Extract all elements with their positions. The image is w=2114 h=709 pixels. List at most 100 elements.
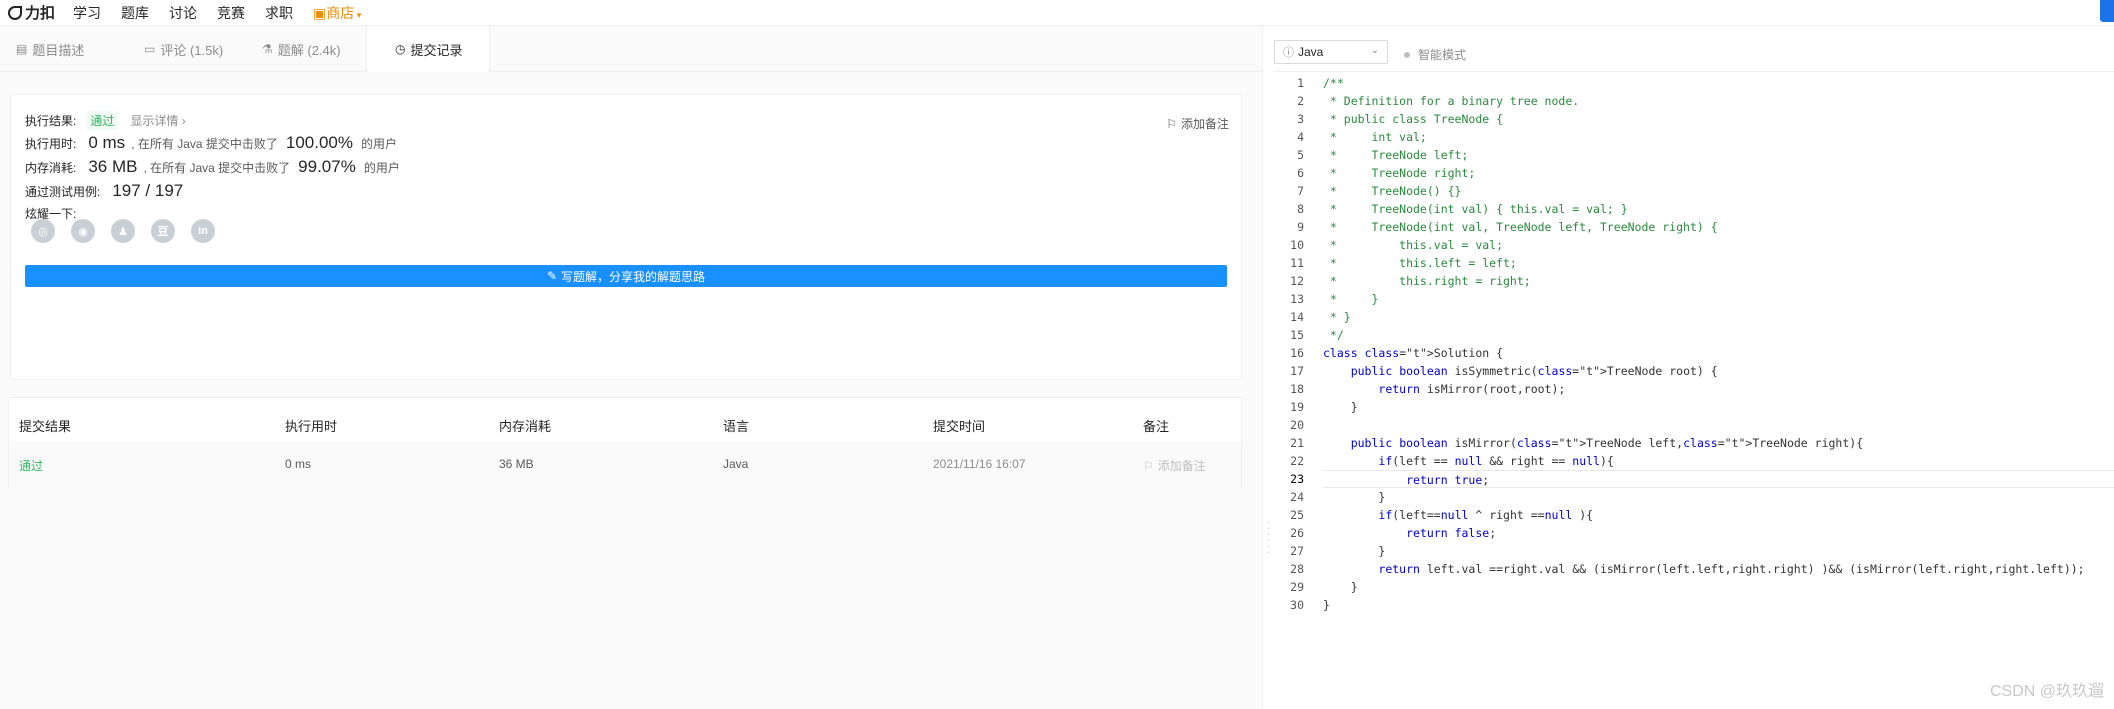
code-line[interactable]: public boolean isSymmetric(class="t">Tre… [1323,362,2114,380]
line-number: 30 [1290,598,1304,612]
code-line[interactable]: return true; [1323,470,2114,488]
language-select[interactable]: ⓘ Java ⌄ [1274,40,1388,64]
code-line[interactable]: * int val; [1323,128,2114,146]
code-line[interactable]: return false; [1323,524,2114,542]
comment-icon: ▭ [144,42,156,56]
tab-comments[interactable]: ▭ 评论 (1.5k) [128,26,246,72]
top-nav: 力扣 学习 题库 讨论 竞赛 求职 ▣商店 ▾ [0,0,2114,26]
status-row: 执行结果: 通过 显示详情 › [25,111,186,130]
code-line[interactable]: * this.val = val; [1323,236,2114,254]
left-panel: ▤ 题目描述 ▭ 评论 (1.5k) ⚗ 题解 (2.4k) ◷ 提交记录 执行… [0,26,1262,709]
brand-logo[interactable]: 力扣 [8,2,55,23]
tab-solutions[interactable]: ⚗ 题解 (2.4k) [246,26,366,72]
header-note: 备注 [1143,419,1170,434]
brand-name: 力扣 [25,5,56,22]
tab-submissions[interactable]: ◷ 提交记录 [366,26,490,72]
tab-description[interactable]: ▤ 题目描述 [0,26,128,72]
memory-beat-suffix: 的用户 [363,161,400,175]
code-line[interactable]: * TreeNode right; [1323,164,2114,182]
cell-runtime: 0 ms [285,457,312,471]
chevron-down-icon: ▾ [354,9,362,20]
line-number: 13 [1290,292,1304,306]
code-line[interactable]: * TreeNode left; [1323,146,2114,164]
code-line[interactable]: * } [1323,290,2114,308]
cell-add-note[interactable]: ⚐ 添加备注 [1143,457,1206,474]
line-number: 29 [1290,580,1304,594]
problem-tabs: ▤ 题目描述 ▭ 评论 (1.5k) ⚗ 题解 (2.4k) ◷ 提交记录 [0,26,1262,72]
code-line[interactable]: * Definition for a binary tree node. [1323,92,2114,110]
header-time: 提交时间 [933,419,986,434]
code-line[interactable]: /** [1323,74,2114,92]
douban-icon[interactable]: 豆 [151,219,175,243]
code-lines[interactable]: /** * Definition for a binary tree node.… [1323,74,2114,614]
runtime-label: 执行用时: [25,137,77,151]
editor-toolbar: ⓘ Java ⌄ 智能模式 [1274,26,2114,72]
code-line[interactable]: } [1323,398,2114,416]
nav-link-problems[interactable]: 题库 [121,3,149,23]
line-number: 8 [1297,202,1304,216]
code-line[interactable]: * TreeNode() {} [1323,182,2114,200]
nav-link-contest[interactable]: 竞赛 [217,3,245,23]
runtime-row: 执行用时: 0 ms , 在所有 Java 提交中击败了 100.00% 的用户 [25,133,397,153]
line-number: 7 [1297,184,1304,198]
runtime-beat-prefix: , 在所有 Java 提交中击败了 [131,137,278,151]
line-number: 1 [1297,76,1304,90]
code-line[interactable]: * this.right = right; [1323,272,2114,290]
code-line[interactable]: } [1323,488,2114,506]
corner-badge[interactable] [2100,0,2114,22]
nav-link-discuss[interactable]: 讨论 [169,3,197,23]
qq-icon[interactable]: ♟ [111,219,135,243]
code-line[interactable]: * this.left = left; [1323,254,2114,272]
linkedin-icon[interactable]: in [191,219,215,243]
code-line[interactable]: } [1323,578,2114,596]
code-line[interactable]: * } [1323,308,2114,326]
status-label: 执行结果: [25,114,77,128]
tab-solutions-label: 题解 (2.4k) [277,42,341,58]
runtime-beat-suffix: 的用户 [361,137,398,151]
nav-link-learn[interactable]: 学习 [73,3,101,23]
line-number: 5 [1297,148,1304,162]
show-details-link[interactable]: 显示详情 › [130,112,185,129]
line-number: 28 [1290,562,1304,576]
watermark: CSDN @玖玖遛 [1989,683,2104,700]
wechat-icon[interactable]: ◎ [31,219,55,243]
panel-splitter[interactable]: · · · · · · [1262,26,1274,709]
code-line[interactable] [1323,416,2114,434]
code-line[interactable]: return left.val ==right.val && (isMirror… [1323,560,2114,578]
line-number: 2 [1297,94,1304,108]
code-line[interactable]: public boolean isMirror(class="t">TreeNo… [1323,434,2114,452]
code-line[interactable]: } [1323,596,2114,614]
status-badge: 通过 [86,111,119,130]
code-line[interactable]: } [1323,542,2114,560]
code-line[interactable]: class class="t">Solution { [1323,344,2114,362]
runtime-beat-value: 100.00% [285,133,353,152]
code-line[interactable]: * TreeNode(int val, TreeNode left, TreeN… [1323,218,2114,236]
nav-link-shop[interactable]: ▣商店 ▾ [313,3,361,23]
code-line[interactable]: if(left==null ^ right ==null ){ [1323,506,2114,524]
line-number: 18 [1290,382,1304,396]
code-line[interactable]: if(left == null && right == null){ [1323,452,2114,470]
smart-mode-toggle[interactable]: 智能模式 [1404,46,1466,63]
line-number: 10 [1290,238,1304,252]
weibo-icon[interactable]: ◉ [71,219,95,243]
line-number: 6 [1297,166,1304,180]
line-number-gutter: 1 2 3 4 5 6 7 8 9 10 11 12 13 14 15 16 17 18 19 20 21 22 23 24 2… [1274,74,1304,614]
code-editor[interactable]: 1 2 3 4 5 6 7 8 9 10 11 12 13 14 15 16 17 18 19 20 21 22 23 24 2… [1274,74,2114,674]
nav-link-jobs[interactable]: 求职 [265,3,293,23]
info-icon: ⓘ [1283,47,1294,59]
memory-label: 内存消耗: [25,161,77,175]
testcases-value: 197 / 197 [112,181,184,200]
leetcode-logo-icon [8,5,22,20]
cell-result[interactable]: 通过 [19,457,43,474]
write-solution-button[interactable]: ✎ 写题解，分享我的解题思路 [25,265,1227,287]
code-line[interactable]: * public class TreeNode { [1323,110,2114,128]
code-line[interactable]: * TreeNode(int val) { this.val = val; } [1323,200,2114,218]
code-line[interactable]: */ [1323,326,2114,344]
flag-icon: ⚐ [1143,458,1154,473]
memory-beat-value: 99.07% [298,157,356,176]
code-line[interactable]: return isMirror(root,root); [1323,380,2114,398]
add-note-button[interactable]: ⚐ 添加备注 [1166,115,1229,132]
table-row[interactable]: 通过 0 ms 36 MB Java 2021/11/16 16:07 ⚐ 添加… [9,441,1241,487]
drag-handle-icon[interactable]: · · · · · · [1267,518,1270,558]
toggle-dot-icon [1404,51,1410,58]
